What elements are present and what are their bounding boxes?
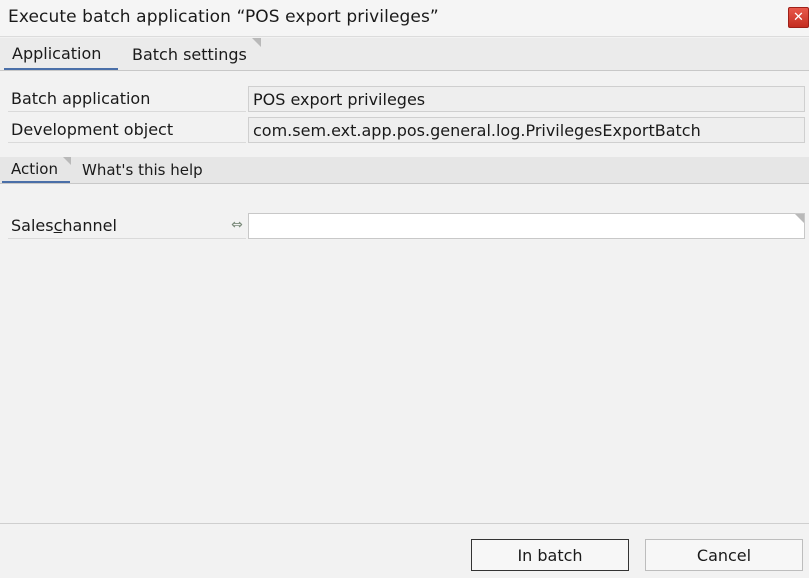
main-tabbar: Application Batch settings [0,38,809,71]
sales-channel-label-accelerator: c [53,216,63,235]
development-object-row: Development object com.sem.ext.app.pos.g… [8,117,805,143]
in-batch-button[interactable]: In batch [471,539,629,571]
link-arrows-icon[interactable]: ⇔ [229,216,245,234]
tab-application-label: Application [12,43,102,63]
cancel-button[interactable]: Cancel [645,539,803,571]
tab-corner-marker [251,38,261,47]
sub-tabbar: Action What's this help [0,157,809,184]
sales-channel-label-part: Sales [11,216,54,235]
sales-channel-input[interactable] [248,213,805,239]
tab-corner-marker [63,157,71,165]
close-button[interactable]: ✕ [788,7,809,28]
tab-batch-settings-label: Batch settings [132,44,247,64]
batch-application-value: POS export privileges [248,86,805,112]
tab-whats-this-help[interactable]: What's this help [82,157,203,183]
tab-whats-this-help-label: What's this help [82,161,203,179]
batch-application-row: Batch application POS export privileges [8,86,805,112]
batch-application-label: Batch application [8,86,246,112]
development-object-label: Development object [8,117,246,143]
sales-channel-label: Sales c hannel [8,213,246,239]
dialog-titlebar: Execute batch application “POS export pr… [0,0,809,37]
sales-channel-label-part: hannel [62,216,117,235]
tab-action[interactable]: Action [2,157,71,183]
close-icon: ✕ [793,10,804,25]
tab-application[interactable]: Application [4,38,118,70]
development-object-value: com.sem.ext.app.pos.general.log.Privileg… [248,117,805,143]
dialog-title: Execute batch application “POS export pr… [8,7,439,27]
field-corner-marker [795,214,804,223]
dialog-footer: In batch Cancel [0,523,809,578]
sales-channel-row: Sales c hannel ⇔ [8,213,805,239]
tab-action-label: Action [11,160,58,178]
tab-batch-settings[interactable]: Batch settings [122,38,261,70]
